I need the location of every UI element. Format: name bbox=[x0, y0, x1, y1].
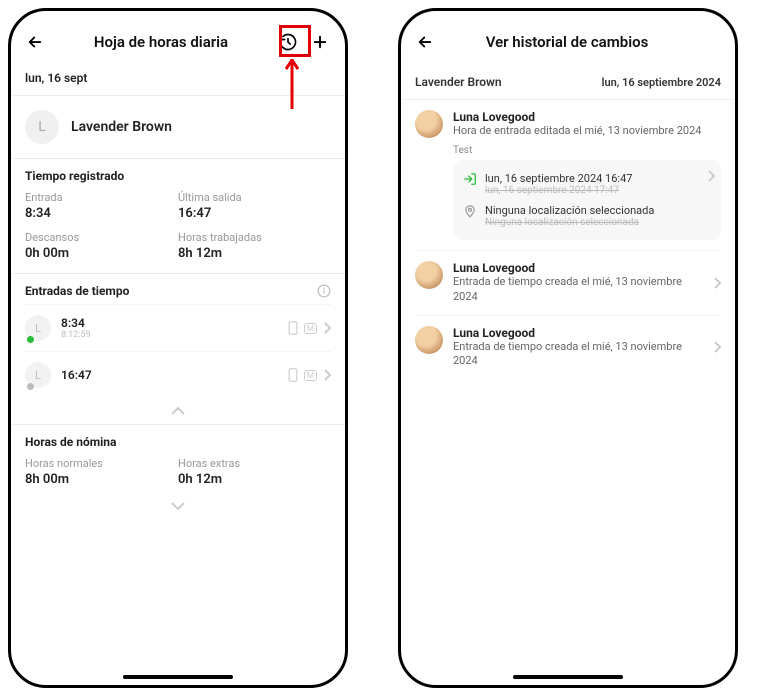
entry-time: 16:47 bbox=[61, 368, 278, 382]
change-old-location: Ninguna localización seleccionada bbox=[485, 217, 654, 228]
login-icon bbox=[463, 172, 477, 186]
test-label: Test bbox=[453, 145, 721, 156]
history-item-desc: Hora de entrada editada el mié, 13 novie… bbox=[453, 124, 721, 139]
change-details-box[interactable]: lun, 16 septiembre 2024 16:47 lun, 16 se… bbox=[453, 160, 721, 240]
avatar bbox=[415, 110, 443, 138]
phone-daily-timesheet: Hoja de horas diaria lun, 16 sept L Lave… bbox=[8, 8, 348, 688]
history-item[interactable]: Luna Lovegood Entrada de tiempo creada e… bbox=[415, 250, 721, 315]
entry-label: Entrada bbox=[25, 191, 178, 204]
status-dot-green bbox=[27, 336, 34, 343]
info-icon[interactable] bbox=[317, 284, 331, 298]
time-entry-row[interactable]: L 16:47 M bbox=[25, 351, 331, 398]
home-indicator bbox=[123, 675, 233, 679]
history-date: lun, 16 septiembre 2024 bbox=[602, 76, 721, 89]
m-badge: M bbox=[304, 323, 317, 334]
collapse-chevron[interactable] bbox=[25, 493, 331, 519]
phone-change-history: Ver historial de cambios Lavender Brown … bbox=[398, 8, 738, 688]
chevron-right-icon bbox=[713, 341, 721, 353]
change-new-location: Ninguna localización seleccionada bbox=[485, 204, 654, 217]
entry-avatar: L bbox=[25, 315, 51, 341]
history-item-user: Luna Lovegood bbox=[453, 326, 703, 340]
change-old-time: lun, 16 septiembre 2024 17:47 bbox=[485, 185, 632, 196]
user-name: Lavender Brown bbox=[71, 119, 172, 135]
extra-hours-value: 0h 12m bbox=[178, 472, 331, 487]
collapse-chevron[interactable] bbox=[25, 398, 331, 424]
back-button[interactable] bbox=[25, 32, 45, 52]
last-exit-label: Última salida bbox=[178, 191, 331, 204]
section-recorded-time: Tiempo registrado bbox=[25, 159, 331, 191]
home-indicator bbox=[513, 675, 623, 679]
chevron-right-icon bbox=[323, 322, 331, 334]
entry-subtime: 8:12:59 bbox=[61, 330, 278, 340]
entry-time: 8:34 bbox=[61, 316, 278, 330]
chevron-right-icon bbox=[713, 277, 721, 289]
page-title: Hoja de horas diaria bbox=[45, 33, 277, 51]
extra-hours-label: Horas extras bbox=[178, 457, 331, 470]
history-item-user: Luna Lovegood bbox=[453, 261, 703, 275]
back-button[interactable] bbox=[415, 32, 435, 52]
worked-label: Horas trabajadas bbox=[178, 231, 331, 244]
history-item-desc: Entrada de tiempo creada el mié, 13 novi… bbox=[453, 340, 703, 370]
chevron-right-icon bbox=[323, 369, 331, 381]
avatar bbox=[415, 326, 443, 354]
history-item[interactable]: Luna Lovegood Hora de entrada editada el… bbox=[415, 100, 721, 250]
entry-value: 8:34 bbox=[25, 206, 178, 221]
breaks-label: Descansos bbox=[25, 231, 178, 244]
history-item[interactable]: Luna Lovegood Entrada de tiempo creada e… bbox=[415, 315, 721, 380]
history-item-user: Luna Lovegood bbox=[453, 110, 721, 124]
page-title: Ver historial de cambios bbox=[435, 33, 699, 51]
normal-hours-label: Horas normales bbox=[25, 457, 178, 470]
last-exit-value: 16:47 bbox=[178, 206, 331, 221]
location-icon bbox=[463, 204, 477, 218]
m-badge: M bbox=[304, 370, 317, 381]
avatar bbox=[415, 261, 443, 289]
device-icon bbox=[288, 368, 298, 382]
normal-hours-value: 8h 00m bbox=[25, 472, 178, 487]
avatar: L bbox=[25, 110, 59, 144]
history-item-desc: Entrada de tiempo creada el mié, 13 novi… bbox=[453, 275, 703, 305]
entry-avatar: L bbox=[25, 362, 51, 388]
chevron-right-icon bbox=[707, 170, 715, 182]
add-button[interactable] bbox=[309, 31, 331, 53]
worked-value: 8h 12m bbox=[178, 246, 331, 261]
date-label: lun, 16 sept bbox=[25, 67, 331, 95]
user-row: L Lavender Brown bbox=[25, 96, 331, 158]
time-entry-row[interactable]: L 8:34 8:12:59 M bbox=[25, 304, 331, 351]
history-icon[interactable] bbox=[277, 31, 299, 53]
status-dot-grey bbox=[27, 383, 34, 390]
section-payroll: Horas de nómina bbox=[25, 425, 331, 457]
history-user-name: Lavender Brown bbox=[415, 75, 502, 89]
breaks-value: 0h 00m bbox=[25, 246, 178, 261]
device-icon bbox=[288, 321, 298, 335]
change-new-time: lun, 16 septiembre 2024 16:47 bbox=[485, 172, 632, 185]
section-time-entries: Entradas de tiempo bbox=[25, 284, 129, 298]
